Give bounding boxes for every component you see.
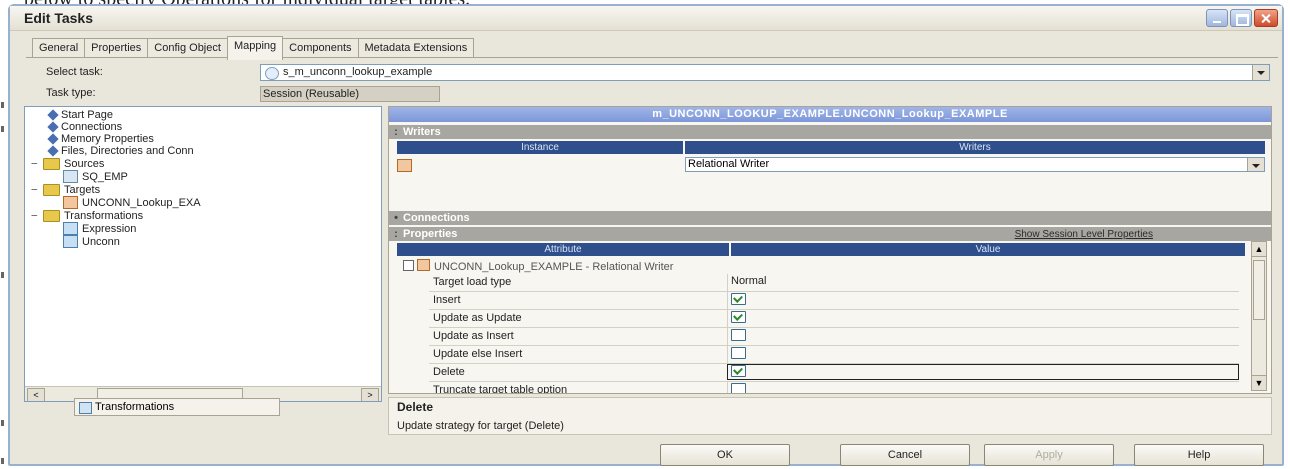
chevron-down-icon[interactable] [1252,65,1269,80]
source-qualifier-icon [63,170,78,183]
collapse-icon[interactable]: − [31,157,39,170]
help-button[interactable]: Help [1134,444,1264,466]
tree-item-connections[interactable]: Connections [47,121,122,133]
folder-icon [43,183,60,196]
scroll-thumb[interactable] [1253,260,1265,320]
ok-button[interactable]: OK [660,444,790,466]
tab-mapping[interactable]: Mapping [226,36,284,60]
tab-divider [26,57,1278,58]
tree-item-files-directories[interactable]: Files, Directories and Conn [47,145,194,157]
tab-config-object[interactable]: Config Object [147,38,228,58]
window-title: Edit Tasks [24,10,93,26]
connections-section-header[interactable]: • Connections [389,211,1271,225]
diamond-icon [47,109,59,121]
scroll-left-icon[interactable]: < [27,388,45,401]
update-as-insert-checkbox[interactable] [731,329,746,341]
session-icon [265,67,279,80]
scroll-up-icon[interactable]: ▲ [1252,242,1266,257]
description-panel: Delete Update strategy for target (Delet… [388,397,1272,435]
property-row[interactable]: Truncate target table option [429,382,1239,393]
mapping-properties-panel: m_UNCONN_LOOKUP_EXAMPLE.UNCONN_Lookup_EX… [388,106,1272,394]
collapse-icon[interactable]: − [31,209,39,222]
tab-general[interactable]: General [32,38,86,58]
writers-section-header[interactable]: : Writers [389,125,1271,139]
writer-group-row[interactable]: UNCONN_Lookup_EXAMPLE - Relational Write… [403,259,1239,273]
task-type-label: Task type: [46,87,96,99]
description-title: Delete [397,400,434,414]
delete-checkbox[interactable] [731,365,746,377]
maximize-button[interactable] [1230,9,1252,27]
tree-item-target-unconn[interactable]: UNCONN_Lookup_EXA [63,196,201,209]
property-row[interactable]: Target load type Normal [429,274,1239,292]
tree-item-unconn[interactable]: Unconn [63,235,120,248]
description-text: Update strategy for target (Delete) [397,420,564,432]
scroll-right-icon[interactable]: > [361,388,379,401]
update-as-update-checkbox[interactable] [731,311,746,323]
tab-metadata-extensions[interactable]: Metadata Extensions [357,38,475,58]
target-icon [417,259,430,271]
tree-item-sq-emp[interactable]: SQ_EMP [63,170,128,183]
writer-dropdown[interactable]: Relational Writer [685,157,1265,172]
scroll-down-icon[interactable]: ▼ [1252,375,1266,390]
navigator-tree: Start Page Connections Memory Properties… [24,106,382,402]
folder-icon [43,157,60,170]
show-session-level-properties-link[interactable]: Show Session Level Properties [1015,229,1153,240]
tree-item-targets[interactable]: − Targets [31,183,100,196]
props-col-attribute: Attribute [397,243,729,256]
tab-properties[interactable]: Properties [84,38,149,58]
truncate-target-checkbox[interactable] [731,383,746,393]
property-value[interactable]: Normal [731,275,766,287]
cancel-button[interactable]: Cancel [840,444,970,466]
apply-button[interactable]: Apply [984,444,1114,466]
collapse-icon[interactable]: − [31,183,39,196]
target-icon [63,196,78,209]
diamond-icon [47,145,59,157]
property-row[interactable]: Update as Insert [429,328,1239,346]
tree-item-expression[interactable]: Expression [63,222,136,235]
collapse-icon[interactable] [403,260,414,271]
transformations-icon [79,402,92,414]
diamond-icon [47,121,59,133]
left-margin-marks [0,40,8,464]
select-task-value: s_m_unconn_lookup_example [283,66,433,78]
target-icon [397,159,412,172]
properties-vertical-scrollbar[interactable]: ▲ ▼ [1251,241,1267,391]
close-button[interactable] [1254,9,1278,27]
expression-icon [63,222,78,235]
transformations-tab[interactable]: Transformations [74,398,280,416]
select-task-dropdown[interactable]: s_m_unconn_lookup_example [260,64,1270,81]
writers-col-writers: Writers [685,141,1265,154]
property-row-selected[interactable]: Delete [429,364,1239,382]
property-row[interactable]: Insert [429,292,1239,310]
minimize-button[interactable] [1206,9,1228,27]
chevron-down-icon[interactable] [1247,158,1264,171]
tab-strip: General Properties Config Object Mapping… [32,36,475,60]
lookup-icon [63,235,78,248]
tree-item-memory-properties[interactable]: Memory Properties [47,133,154,145]
tab-components[interactable]: Components [282,38,359,58]
select-task-label: Select task: [46,66,103,78]
props-col-value: Value [731,243,1245,256]
property-row[interactable]: Update else Insert [429,346,1239,364]
edit-tasks-dialog: Edit Tasks General Properties Config Obj… [8,4,1284,466]
tree-item-start-page[interactable]: Start Page [47,109,113,121]
tree-item-sources[interactable]: − Sources [31,157,104,170]
mapping-banner: m_UNCONN_LOOKUP_EXAMPLE.UNCONN_Lookup_EX… [389,107,1271,122]
update-else-insert-checkbox[interactable] [731,347,746,359]
title-bar: Edit Tasks [10,6,1282,31]
folder-icon [43,209,60,222]
property-row[interactable]: Update as Update [429,310,1239,328]
tree-item-transformations[interactable]: − Transformations [31,209,143,222]
task-type-field: Session (Reusable) [260,86,440,102]
writers-col-instance: Instance [397,141,683,154]
insert-checkbox[interactable] [731,293,746,305]
diamond-icon [47,133,59,145]
